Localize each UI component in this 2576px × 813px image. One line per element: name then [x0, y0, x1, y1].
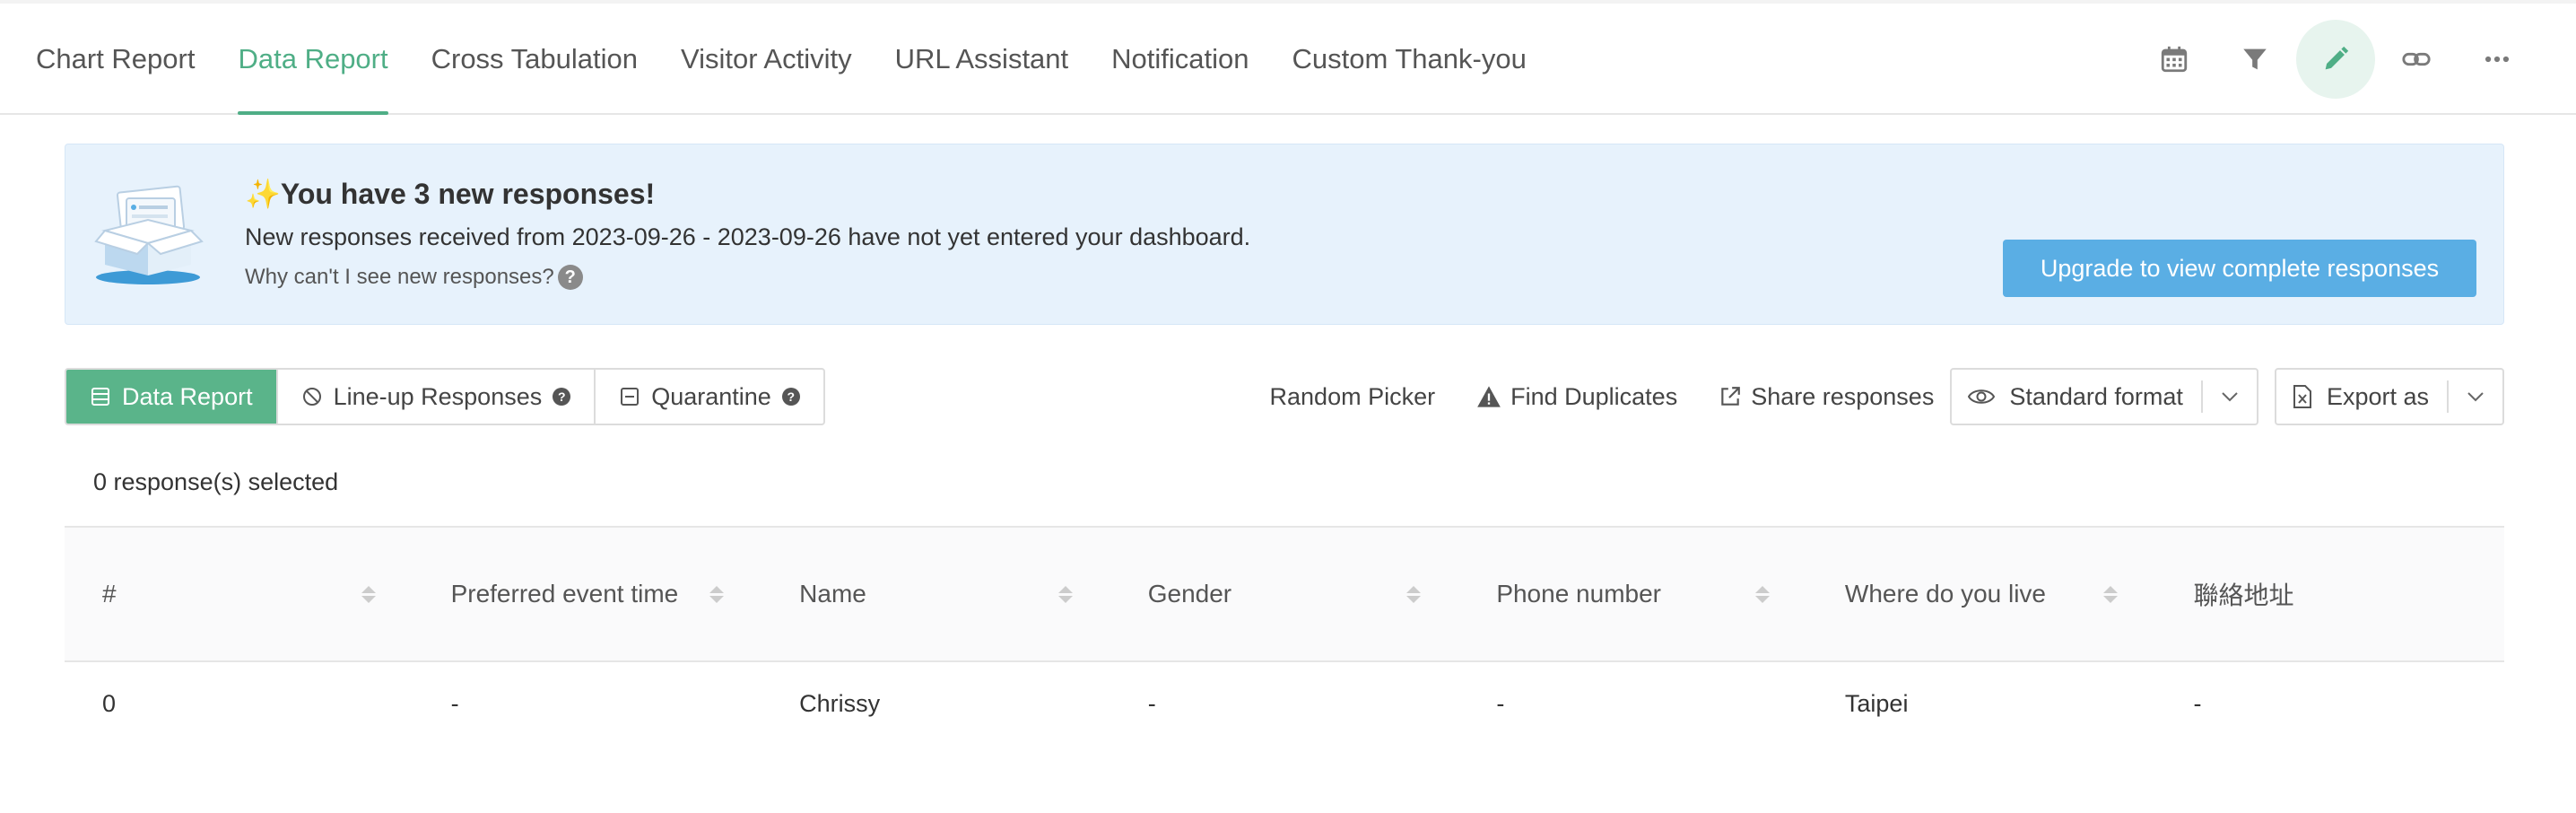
- top-navigation: Chart Report Data Report Cross Tabulatio…: [0, 0, 2576, 115]
- column-header-address[interactable]: 聯絡地址: [2155, 528, 2504, 660]
- column-header-label: Name: [799, 580, 866, 608]
- column-header-preferred-event-time[interactable]: Preferred event time: [413, 528, 762, 660]
- tab-url-assistant[interactable]: URL Assistant: [895, 4, 1069, 115]
- eye-icon: [1968, 387, 1996, 406]
- view-line-up-responses-label: Line-up Responses: [333, 382, 543, 410]
- column-header-label: Phone number: [1496, 580, 1661, 608]
- export-dropdown-label: Export as: [2326, 382, 2429, 410]
- table-cell: Taipei: [1844, 689, 1909, 717]
- tab-data-report[interactable]: Data Report: [238, 4, 388, 115]
- format-dropdown-value: Standard format: [2009, 382, 2183, 410]
- view-switcher: Data Report Line-up Responses ? Quaranti…: [65, 368, 825, 425]
- column-header-name[interactable]: Name: [761, 528, 1110, 660]
- filter-icon[interactable]: [2215, 20, 2294, 99]
- column-header-phone-number[interactable]: Phone number: [1458, 528, 1807, 660]
- column-header-label: Preferred event time: [450, 580, 679, 608]
- question-icon[interactable]: ?: [781, 388, 800, 406]
- format-dropdown[interactable]: Standard format: [1950, 368, 2258, 425]
- view-quarantine-label: Quarantine: [651, 382, 771, 410]
- upgrade-button[interactable]: Upgrade to view complete responses: [2003, 240, 2476, 297]
- tab-chart-report[interactable]: Chart Report: [36, 4, 195, 115]
- external-link-icon: [1719, 385, 1742, 408]
- share-responses-button[interactable]: Share responses: [1719, 383, 1934, 411]
- tab-custom-thank-you[interactable]: Custom Thank-you: [1292, 4, 1527, 115]
- table-row[interactable]: 0 - Chrissy - - Taipei -: [65, 662, 2504, 745]
- table-cell: -: [1496, 689, 1505, 717]
- view-line-up-responses[interactable]: Line-up Responses ?: [278, 370, 596, 424]
- table-cell: -: [450, 689, 459, 717]
- calendar-icon[interactable]: [2135, 20, 2214, 99]
- table-cell: 0: [102, 689, 117, 717]
- banner-description: New responses received from 2023-09-26 -…: [245, 223, 1251, 250]
- minus-square-icon: [619, 386, 640, 407]
- view-data-report[interactable]: Data Report: [66, 370, 278, 424]
- view-data-report-label: Data Report: [122, 382, 253, 410]
- question-icon: ?: [557, 265, 583, 290]
- export-dropdown[interactable]: Export as: [2274, 368, 2504, 425]
- column-header-where-do-you-live[interactable]: Where do you live: [1807, 528, 2156, 660]
- block-icon: [301, 386, 323, 407]
- tab-cross-tabulation[interactable]: Cross Tabulation: [431, 4, 638, 115]
- sort-icon[interactable]: [2103, 585, 2119, 603]
- random-picker-label: Random Picker: [1269, 382, 1436, 410]
- share-responses-label: Share responses: [1751, 382, 1935, 410]
- excel-file-icon: [2293, 385, 2312, 408]
- table-header: # Preferred event time Name Gender Phone…: [65, 526, 2504, 662]
- chevron-down-icon[interactable]: [2447, 380, 2502, 413]
- banner-title: ✨You have 3 new responses!: [245, 178, 656, 210]
- table-cell: -: [1147, 689, 1156, 717]
- random-picker-button[interactable]: Random Picker: [1270, 383, 1436, 411]
- column-header-label: #: [102, 580, 117, 608]
- column-header-label: Gender: [1147, 580, 1232, 608]
- table-cell: Chrissy: [799, 689, 881, 717]
- column-header-label: Where do you live: [1844, 580, 2046, 608]
- chevron-down-icon[interactable]: [2200, 380, 2257, 413]
- pencil-icon[interactable]: [2296, 20, 2375, 99]
- response-actions: Random Picker Find Duplicates Share resp…: [1229, 368, 2504, 425]
- table-cell: -: [2193, 689, 2202, 717]
- warning-icon: [1476, 385, 1501, 408]
- link-icon[interactable]: [2377, 20, 2456, 99]
- inbox-box-icon: [94, 185, 204, 284]
- table-icon: [90, 386, 111, 407]
- sort-icon[interactable]: [1754, 585, 1770, 603]
- column-header-index[interactable]: #: [65, 528, 413, 660]
- view-quarantine[interactable]: Quarantine ?: [596, 370, 823, 424]
- top-icon-bar: [2133, 4, 2537, 115]
- find-duplicates-button[interactable]: Find Duplicates: [1476, 383, 1677, 411]
- help-link[interactable]: Why can't I see new responses? ?: [245, 265, 583, 290]
- tab-notification[interactable]: Notification: [1111, 4, 1249, 115]
- tab-visitor-activity[interactable]: Visitor Activity: [681, 4, 852, 115]
- responses-table: # Preferred event time Name Gender Phone…: [65, 526, 2504, 745]
- sort-icon[interactable]: [1057, 585, 1073, 603]
- selection-count: 0 response(s) selected: [93, 468, 339, 495]
- column-header-gender[interactable]: Gender: [1110, 528, 1459, 660]
- report-tabs: Chart Report Data Report Cross Tabulatio…: [36, 4, 1570, 115]
- help-link-text: Why can't I see new responses?: [245, 265, 554, 289]
- question-icon[interactable]: ?: [553, 388, 571, 406]
- more-icon[interactable]: [2458, 20, 2537, 99]
- sort-icon[interactable]: [709, 585, 725, 603]
- column-header-label: 聯絡地址: [2193, 581, 2294, 609]
- sort-icon[interactable]: [1406, 585, 1422, 603]
- new-responses-banner: ✨You have 3 new responses! New responses…: [65, 144, 2504, 325]
- sort-icon[interactable]: [361, 585, 376, 603]
- find-duplicates-label: Find Duplicates: [1510, 382, 1678, 410]
